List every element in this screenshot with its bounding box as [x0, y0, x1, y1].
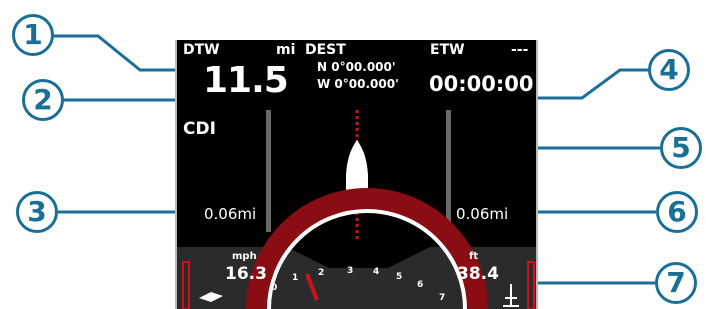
gauge-tick-label: 0 — [271, 283, 278, 293]
callout-7: 7 — [655, 262, 697, 304]
callout-3: 3 — [16, 191, 58, 233]
callout-1: 1 — [12, 14, 54, 56]
speed-value: 16.3 — [225, 264, 267, 284]
depth-value: 38.4 — [457, 264, 499, 284]
gauge-tick-label: 4 — [373, 267, 380, 277]
cdi-left-bar — [266, 110, 271, 232]
navigation-display: DTW mi DEST N 0°00.000' W 0°00.000' ETW … — [175, 40, 538, 309]
gauge-tick-label: 3 — [347, 266, 354, 276]
callout-4: 4 — [648, 49, 690, 91]
gauge-tick-label: 7 — [439, 293, 446, 303]
gauge-tick-label: 6 — [417, 280, 424, 290]
callout-6: 6 — [656, 191, 698, 233]
cdi-right-value: 0.06mi — [456, 205, 509, 223]
depth-unit: ft — [469, 251, 479, 262]
gauge-tick-label: 2 — [318, 268, 325, 278]
gauge-tick-label: 1 — [292, 273, 299, 283]
cdi-right-bar — [446, 110, 451, 232]
cdi-left-value: 0.06mi — [204, 205, 257, 223]
speed-unit: mph — [232, 251, 257, 262]
gauge-tick-label: 5 — [396, 272, 403, 282]
callout-5: 5 — [660, 127, 702, 169]
callout-2: 2 — [22, 79, 64, 121]
